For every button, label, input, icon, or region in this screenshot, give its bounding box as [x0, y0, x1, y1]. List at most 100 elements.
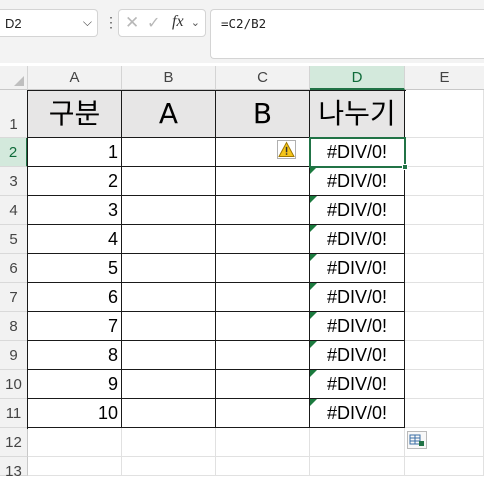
quick-analysis-icon[interactable]: [407, 431, 427, 449]
header-cell-gubun[interactable]: 구분: [28, 91, 122, 138]
row-header-13[interactable]: 13: [0, 457, 28, 480]
row-header-6[interactable]: 6: [0, 254, 28, 283]
insert-function-icon[interactable]: fx: [172, 13, 184, 31]
row-header-10[interactable]: 10: [0, 370, 28, 399]
column-header-d[interactable]: D: [310, 66, 405, 90]
cell-a13[interactable]: [28, 457, 122, 476]
cell-d4-value: #DIV/0!: [326, 200, 388, 220]
cell-d11[interactable]: #DIV/0!: [310, 399, 405, 428]
cell-e7[interactable]: [405, 283, 484, 312]
cell-a6[interactable]: 5: [28, 254, 122, 283]
cell-d6[interactable]: #DIV/0!: [310, 254, 405, 283]
cell-d5[interactable]: #DIV/0!: [310, 225, 405, 254]
cancel-icon[interactable]: ✕: [125, 13, 139, 33]
header-cell-a[interactable]: A: [122, 91, 216, 138]
cell-d3-value: #DIV/0!: [326, 171, 388, 191]
cell-c9[interactable]: [216, 341, 310, 370]
column-header-e[interactable]: E: [405, 66, 484, 90]
cell-c8[interactable]: [216, 312, 310, 341]
row-header-8[interactable]: 8: [0, 312, 28, 341]
cell-e11[interactable]: [405, 399, 484, 428]
name-box-dropdown-icon[interactable]: ⌵: [83, 15, 92, 30]
cell-e1[interactable]: [405, 90, 484, 138]
row-header-11[interactable]: 11: [0, 399, 28, 428]
cell-c12[interactable]: [216, 428, 310, 457]
cell-a4[interactable]: 3: [28, 196, 122, 225]
more-options-icon[interactable]: ⋮: [104, 12, 118, 34]
cell-a12[interactable]: [28, 428, 122, 457]
row-header-5[interactable]: 5: [0, 225, 28, 254]
row-header-7[interactable]: 7: [0, 283, 28, 312]
cell-c4[interactable]: [216, 196, 310, 225]
cell-b13[interactable]: [122, 457, 216, 476]
cell-d7[interactable]: #DIV/0!: [310, 283, 405, 312]
cell-c13[interactable]: [216, 457, 310, 476]
cell-e9[interactable]: [405, 341, 484, 370]
cell-b8[interactable]: [122, 312, 216, 341]
select-all-corner[interactable]: [0, 66, 28, 90]
cell-b11[interactable]: [122, 399, 216, 428]
row-header-12[interactable]: 12: [0, 428, 28, 457]
cell-b6[interactable]: [122, 254, 216, 283]
cell-a11[interactable]: 10: [28, 399, 122, 428]
cell-b9[interactable]: [122, 341, 216, 370]
column-header-b[interactable]: B: [122, 66, 216, 90]
cell-b4[interactable]: [122, 196, 216, 225]
warning-icon: [278, 141, 295, 157]
cell-a3[interactable]: 2: [28, 167, 122, 196]
error-indicator-icon: [310, 283, 317, 290]
cell-c6[interactable]: [216, 254, 310, 283]
cell-c11[interactable]: [216, 399, 310, 428]
error-warning-button[interactable]: [277, 140, 296, 159]
error-indicator-icon: [310, 225, 317, 232]
cell-c5[interactable]: [216, 225, 310, 254]
formula-input[interactable]: =C2/B2: [210, 9, 484, 59]
row-header-1[interactable]: 1: [0, 90, 28, 138]
cell-a7[interactable]: 6: [28, 283, 122, 312]
cell-b7[interactable]: [122, 283, 216, 312]
cell-d10[interactable]: #DIV/0!: [310, 370, 405, 399]
chevron-down-icon[interactable]: ⌄: [191, 16, 200, 29]
cell-d8-value: #DIV/0!: [326, 316, 388, 336]
cell-e10[interactable]: [405, 370, 484, 399]
cell-e5[interactable]: [405, 225, 484, 254]
cell-d9[interactable]: #DIV/0!: [310, 341, 405, 370]
cell-e3[interactable]: [405, 167, 484, 196]
header-cell-divide[interactable]: 나누기: [310, 91, 405, 138]
row-header-2[interactable]: 2: [0, 138, 28, 167]
row-header-9[interactable]: 9: [0, 341, 28, 370]
cell-a8[interactable]: 7: [28, 312, 122, 341]
header-cell-b[interactable]: B: [216, 91, 310, 138]
column-header-c[interactable]: C: [216, 66, 310, 90]
cell-b10[interactable]: [122, 370, 216, 399]
row-header-3[interactable]: 3: [0, 167, 28, 196]
cell-d13[interactable]: [310, 457, 405, 476]
enter-check-icon[interactable]: ✓: [147, 13, 160, 33]
cell-e2[interactable]: [405, 138, 484, 167]
cell-c10[interactable]: [216, 370, 310, 399]
cell-a5[interactable]: 4: [28, 225, 122, 254]
cell-c7[interactable]: [216, 283, 310, 312]
cell-b2[interactable]: [122, 138, 216, 167]
cell-e6[interactable]: [405, 254, 484, 283]
column-header-a[interactable]: A: [28, 66, 122, 90]
cell-d12[interactable]: [310, 428, 405, 457]
cell-a10[interactable]: 9: [28, 370, 122, 399]
cell-e13[interactable]: [405, 457, 484, 476]
row-header-4[interactable]: 4: [0, 196, 28, 225]
cell-b12[interactable]: [122, 428, 216, 457]
cell-d8[interactable]: #DIV/0!: [310, 312, 405, 341]
cell-d3[interactable]: #DIV/0!: [310, 167, 405, 196]
name-box[interactable]: D2 ⌵: [0, 9, 98, 37]
cell-d4[interactable]: #DIV/0!: [310, 196, 405, 225]
cell-e4[interactable]: [405, 196, 484, 225]
fill-handle[interactable]: [402, 164, 408, 170]
cell-c3[interactable]: [216, 167, 310, 196]
error-indicator-icon: [310, 167, 317, 174]
cell-b3[interactable]: [122, 167, 216, 196]
cell-b5[interactable]: [122, 225, 216, 254]
cell-a2[interactable]: 1: [28, 138, 122, 167]
cell-d11-value: #DIV/0!: [326, 403, 388, 423]
cell-a9[interactable]: 8: [28, 341, 122, 370]
cell-e8[interactable]: [405, 312, 484, 341]
